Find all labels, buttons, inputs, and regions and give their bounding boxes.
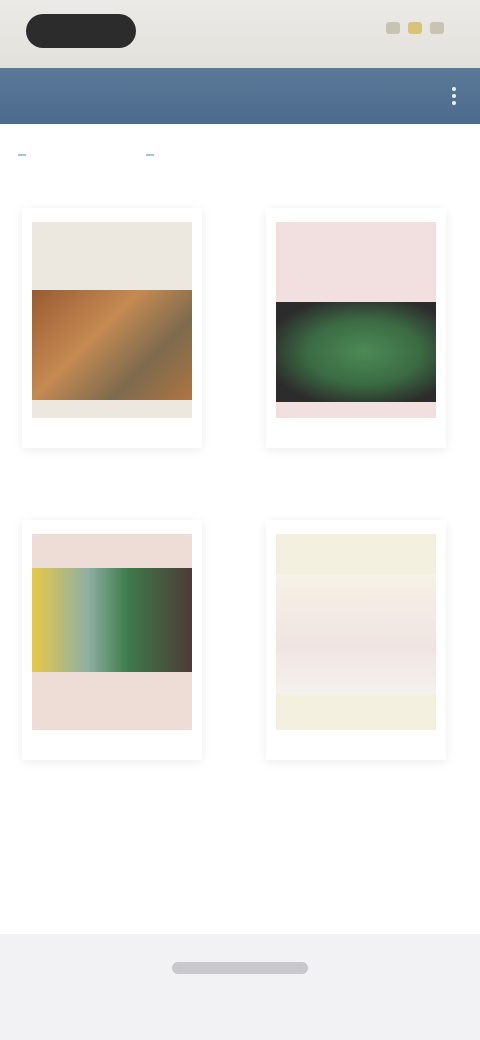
- card-thumbnail: [276, 222, 436, 418]
- tab-row: [0, 124, 480, 174]
- card-thumbnail: [276, 534, 436, 730]
- status-time-pill: [26, 14, 136, 48]
- app-bar: [0, 68, 480, 124]
- status-bar: [0, 0, 480, 68]
- card-thumbnail: [32, 222, 192, 418]
- home-indicator[interactable]: [172, 962, 308, 974]
- status-icons: [386, 22, 444, 34]
- card-thumbnail: [32, 534, 192, 730]
- grid-card-1[interactable]: [22, 208, 202, 448]
- wifi-icon: [408, 22, 422, 34]
- tab-second[interactable]: [146, 142, 154, 156]
- signal-icon: [386, 22, 400, 34]
- bottom-bar: [0, 934, 480, 1040]
- grid-card-4[interactable]: [266, 520, 446, 760]
- more-vert-icon[interactable]: [440, 82, 468, 110]
- tab-first[interactable]: [18, 142, 26, 156]
- grid-card-3[interactable]: [22, 520, 202, 760]
- battery-icon: [430, 22, 444, 34]
- grid-card-2[interactable]: [266, 208, 446, 448]
